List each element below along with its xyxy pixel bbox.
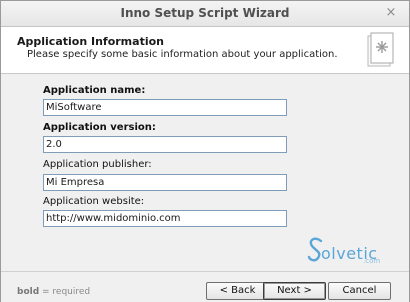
app-name-field[interactable]: MiSoftware (43, 99, 287, 116)
required-hint: bold = required (17, 287, 90, 297)
app-version-field[interactable]: 2.0 (43, 136, 287, 153)
page-subtitle: Please specify some basic information ab… (27, 49, 338, 60)
app-publisher-label: Application publisher: (43, 159, 152, 170)
app-name-label: Application name: (43, 85, 146, 96)
window-title: Inno Setup Script Wizard (120, 6, 290, 20)
wizard-setup-icon (367, 32, 394, 67)
next-button[interactable]: Next > (263, 282, 326, 300)
app-version-label: Application version: (43, 122, 156, 133)
cancel-button[interactable]: Cancel (328, 282, 391, 300)
wizard-header: Application Information Please specify s… (1, 27, 409, 74)
page-title: Application Information (17, 35, 164, 48)
wizard-window: Inno Setup Script Wizard × Application I… (0, 0, 410, 302)
form-area: Application name: MiSoftware Application… (1, 74, 409, 270)
wizard-footer: bold = required < Back Next > Cancel (1, 271, 409, 302)
title-bar: Inno Setup Script Wizard × (1, 1, 409, 27)
solvetic-watermark: olvetic .com (307, 236, 387, 266)
hint-bold-word: bold (17, 287, 40, 297)
close-icon[interactable]: × (383, 5, 399, 21)
app-website-field[interactable]: http://www.midominio.com (43, 210, 287, 227)
app-publisher-field[interactable]: Mi Empresa (43, 174, 287, 191)
hint-rest: = required (39, 287, 91, 297)
back-button[interactable]: < Back (206, 282, 269, 300)
app-website-label: Application website: (43, 196, 145, 207)
watermark-suffix: .com (363, 257, 381, 265)
